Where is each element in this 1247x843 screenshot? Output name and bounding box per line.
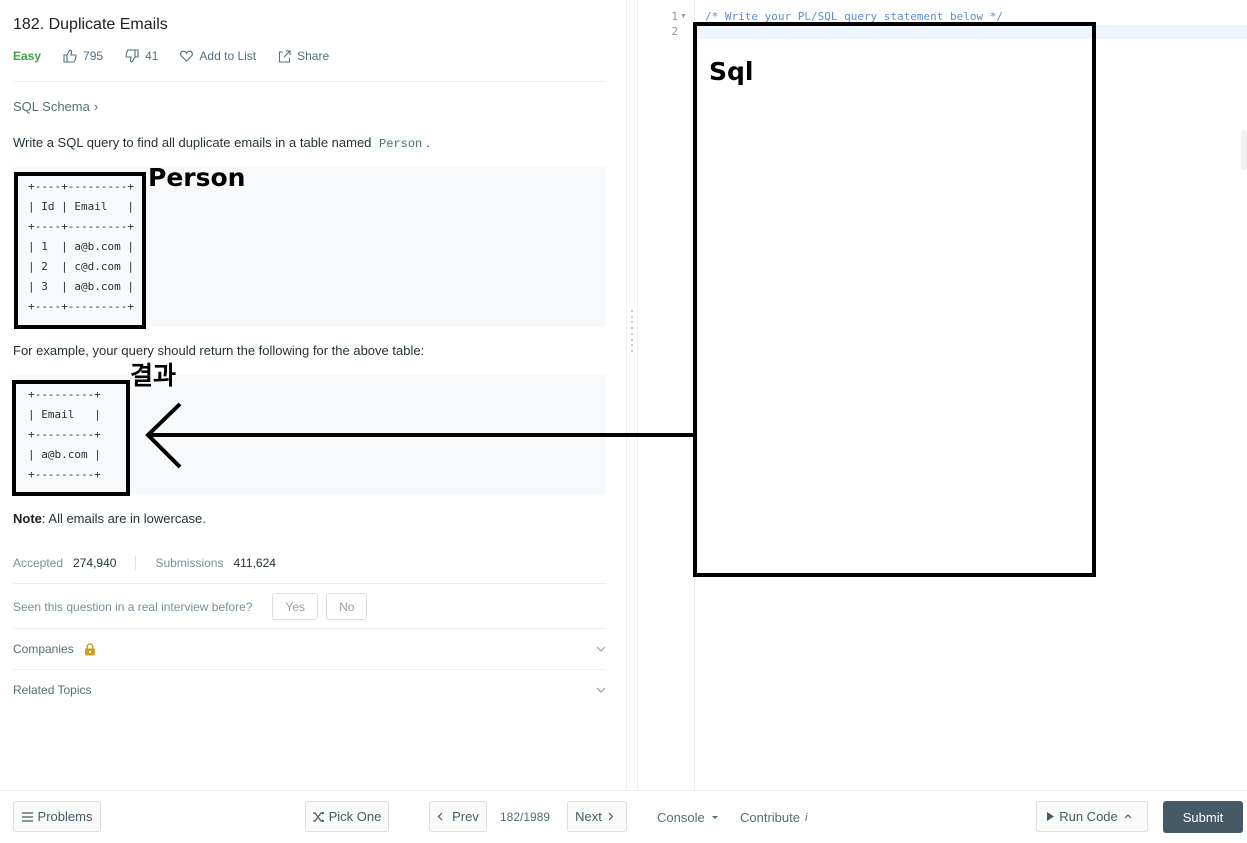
contribute-label: Contribute xyxy=(740,810,800,825)
chevron-left-icon xyxy=(437,812,443,821)
problem-meta-row: Easy 795 41 Add to List Share xyxy=(13,49,351,63)
bottom-toolbar: Problems Pick One Prev 182/1989 Next Con… xyxy=(0,790,1247,843)
active-line-highlight xyxy=(696,25,1247,39)
fold-arrow-icon[interactable]: ▼ xyxy=(680,13,687,20)
share-button[interactable]: Share xyxy=(278,49,329,63)
note-label: Note xyxy=(13,511,42,526)
submissions-label: Submissions xyxy=(155,556,224,570)
person-table-block: +----+---------+ | Id | Email | +----+--… xyxy=(13,167,606,327)
example-description: For example, your query should return th… xyxy=(13,343,425,358)
description-pane: 182. Duplicate Emails Easy 795 41 Add to… xyxy=(0,0,627,790)
problems-label: Problems xyxy=(37,809,93,824)
code-editor[interactable]: 1 ▼ 2 /* Write your PL/SQL query stateme… xyxy=(637,0,1247,790)
add-to-list-label: Add to List xyxy=(199,49,257,63)
accepted-value: 274,940 xyxy=(73,556,117,570)
result-annotation-label: 결과 xyxy=(130,361,177,390)
problem-description: Write a SQL query to find all duplicate … xyxy=(13,135,430,152)
yes-button[interactable]: Yes xyxy=(272,593,319,620)
play-icon xyxy=(1047,812,1055,821)
sql-schema-label: SQL Schema xyxy=(13,99,90,114)
related-topics-label: Related Topics xyxy=(13,683,92,697)
description-suffix: . xyxy=(426,135,430,150)
run-code-button[interactable]: Run Code xyxy=(1036,801,1148,832)
share-icon xyxy=(279,49,291,63)
chevron-down-icon xyxy=(596,687,606,693)
console-button[interactable]: Console xyxy=(657,810,719,825)
sql-annotation-label: Sql xyxy=(709,57,754,86)
editor-scrollbar[interactable] xyxy=(1241,130,1247,170)
next-label: Next xyxy=(575,809,602,824)
lock-icon xyxy=(84,642,95,655)
prev-label: Prev xyxy=(452,809,479,824)
note-text: : All emails are in lowercase. xyxy=(41,511,206,526)
person-table: +----+---------+ | Id | Email | +----+--… xyxy=(28,180,134,313)
note: Note: All emails are in lowercase. xyxy=(13,511,206,526)
share-label: Share xyxy=(297,49,330,63)
interview-question-row: Seen this question in a real interview b… xyxy=(13,593,368,620)
like-count: 795 xyxy=(83,49,104,63)
table-name-code: Person xyxy=(375,136,427,152)
companies-row[interactable]: Companies xyxy=(13,642,606,656)
problems-button[interactable]: Problems xyxy=(13,801,101,832)
dislike-count: 41 xyxy=(145,49,159,63)
next-button[interactable]: Next xyxy=(567,801,627,832)
chevron-right-icon xyxy=(608,812,614,821)
console-label: Console xyxy=(657,810,705,825)
run-code-label: Run Code xyxy=(1059,809,1118,824)
divider xyxy=(13,81,606,82)
list-icon xyxy=(21,811,33,822)
contribute-button[interactable]: Contribute i xyxy=(740,810,807,825)
thumbs-up-icon xyxy=(63,49,77,63)
submit-button[interactable]: Submit xyxy=(1163,801,1243,833)
divider xyxy=(13,583,606,584)
like-button[interactable]: 795 xyxy=(63,49,103,63)
caret-down-icon xyxy=(711,816,718,819)
code-line-comment[interactable]: /* Write your PL/SQL query statement bel… xyxy=(705,10,1003,23)
info-icon: i xyxy=(804,811,808,824)
description-text: Write a SQL query to find all duplicate … xyxy=(13,135,372,150)
stat-separator xyxy=(135,556,137,570)
accepted-label: Accepted xyxy=(13,556,64,570)
no-button[interactable]: No xyxy=(326,593,368,620)
heart-icon xyxy=(180,50,194,62)
person-annotation-label: Person xyxy=(148,163,246,192)
chevron-right-icon: › xyxy=(93,99,99,114)
line-gutter: 1 ▼ 2 xyxy=(638,0,695,790)
line-number: 2 xyxy=(671,25,678,38)
divider xyxy=(13,628,606,629)
chevron-down-icon xyxy=(596,646,606,652)
submissions-value: 411,624 xyxy=(233,556,276,570)
divider xyxy=(13,669,606,670)
thumbs-down-icon xyxy=(125,49,139,63)
line-number: 1 xyxy=(671,10,678,23)
pane-resize-handle[interactable] xyxy=(631,310,634,352)
problem-title: 182. Duplicate Emails xyxy=(13,16,168,33)
shuffle-icon xyxy=(312,811,324,822)
pick-one-button[interactable]: Pick One xyxy=(305,801,389,832)
arrow-annotation xyxy=(145,402,695,469)
interview-question: Seen this question in a real interview b… xyxy=(13,599,253,614)
prev-button[interactable]: Prev xyxy=(429,801,487,832)
dislike-button[interactable]: 41 xyxy=(125,49,158,63)
page-indicator: 182/1989 xyxy=(500,810,551,824)
stats-row: Accepted 274,940 Submissions 411,624 xyxy=(13,556,276,570)
difficulty-badge: Easy xyxy=(13,49,42,63)
companies-label: Companies xyxy=(13,642,74,656)
add-to-list-button[interactable]: Add to List xyxy=(180,49,256,63)
related-topics-row[interactable]: Related Topics xyxy=(13,683,606,697)
pick-one-label: Pick One xyxy=(328,809,382,824)
chevron-up-icon xyxy=(1124,814,1132,819)
sql-schema-link[interactable]: SQL Schema › xyxy=(13,99,98,114)
